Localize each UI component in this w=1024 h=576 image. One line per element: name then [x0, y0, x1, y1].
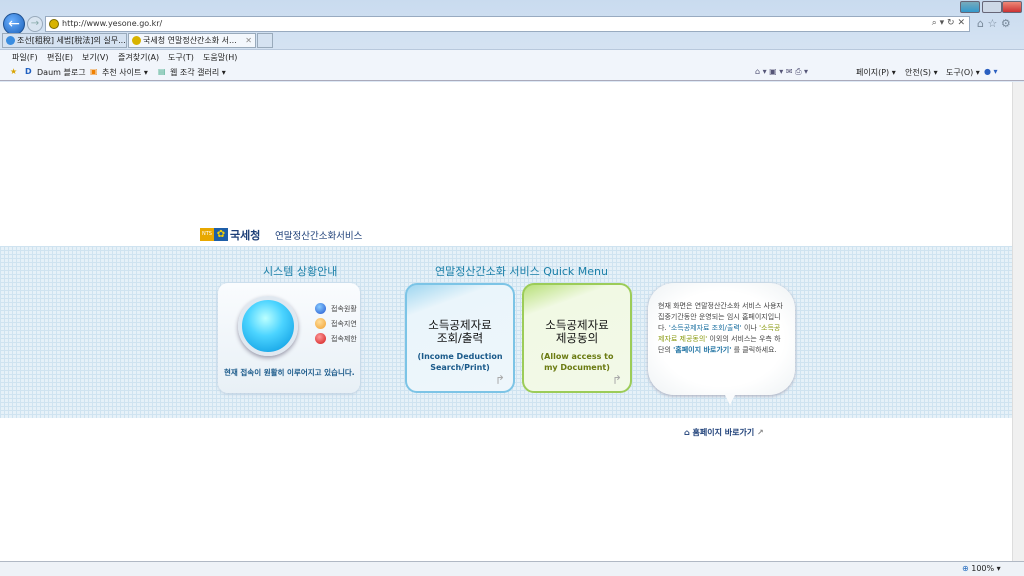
vertical-scrollbar[interactable]	[1012, 82, 1024, 561]
notice-highlight-search: '소득공제자료 조회/출력'	[668, 324, 742, 332]
tab-2-active[interactable]: 국세청 연말정산간소화 서... ✕	[128, 33, 256, 48]
zoom-level[interactable]: ⊕ 100% ▾	[962, 564, 1001, 573]
zoom-icon: ⊕	[962, 564, 969, 573]
status-section-title: 시스템 상황안내	[263, 265, 338, 278]
allow-access-card[interactable]: 소득공제자료 제공동의 (Allow access to my Document) …	[522, 283, 632, 393]
zoom-value: 100%	[971, 564, 995, 573]
legend-red-dot-icon	[315, 333, 326, 344]
service-title: 연말정산간소화서비스	[275, 231, 363, 242]
tab-close-icon[interactable]: ✕	[245, 34, 252, 47]
card-title-line2: 제공동의	[555, 331, 599, 345]
status-indicator-blue	[238, 296, 298, 356]
card-title: 소득공제자료 조회/출력	[407, 319, 513, 345]
fav-suggested-sites[interactable]: 추천 사이트 ▾	[102, 67, 148, 78]
menu-view[interactable]: 보기(V)	[82, 52, 108, 63]
fav-web-slice-gallery[interactable]: 웹 조각 갤러리 ▾	[170, 67, 226, 78]
cmd-page[interactable]: 페이지(P) ▾	[856, 67, 896, 78]
suggested-sites-icon: ▣	[90, 67, 98, 76]
logo-flower-icon: ✿	[214, 228, 228, 241]
restore-button[interactable]	[982, 1, 1002, 13]
tab-label: 조선[租稅] 세법[稅法]의 실무...	[17, 36, 126, 45]
logo-badge: NTS	[200, 228, 214, 241]
nts-logo: NTS ✿	[200, 228, 228, 241]
legend-blue-dot-icon	[315, 303, 326, 314]
legend-restricted: 접속제한	[331, 335, 357, 343]
back-button[interactable]: ←	[3, 13, 25, 35]
tab-1[interactable]: 조선[租稅] 세법[稅法]의 실무...	[2, 33, 127, 48]
site-favicon-icon	[49, 19, 59, 29]
help-icon[interactable]: ● ▾	[984, 67, 998, 76]
close-window-button[interactable]	[1002, 1, 1022, 13]
fav-daum-blog[interactable]: Daum 블로그	[37, 67, 86, 78]
home-star-gear-icons[interactable]: ⌂ ☆ ⚙	[977, 17, 1011, 30]
cmd-safety[interactable]: 안전(S) ▾	[905, 67, 938, 78]
card-subtitle: (Income Deduction Search/Print)	[407, 351, 513, 373]
homepage-link[interactable]: ⌂ 홈페이지 바로가기 ↗	[684, 427, 764, 438]
home-rss-mail-print-icons[interactable]: ⌂ ▾ ▣ ▾ ✉ ⎙ ▾	[755, 67, 808, 77]
card-subtitle-line1: (Allow access to	[540, 352, 614, 361]
card-title-line1: 소득공제자료	[428, 318, 492, 332]
notice-part: 이나	[741, 324, 760, 332]
new-tab-button[interactable]	[257, 33, 273, 48]
card-title-line2: 조회/출력	[436, 331, 484, 345]
card-title: 소득공제자료 제공동의	[524, 319, 630, 345]
legend-delayed: 접속지연	[331, 320, 357, 328]
status-bar: ⊕ 100% ▾	[0, 561, 1024, 576]
external-link-icon: ↗	[757, 428, 764, 437]
card-subtitle-line2: my Document)	[544, 363, 610, 372]
forward-button[interactable]: →	[27, 16, 43, 32]
search-refresh-stop-icons[interactable]: ⌕ ▾ ↻ ✕	[932, 18, 965, 28]
menu-bar: 파일(F) 편집(E) 보기(V) 즐겨찾기(A) 도구(T) 도움말(H)	[0, 49, 1024, 64]
quick-menu-title: 연말정산간소화 서비스 Quick Menu	[435, 265, 608, 278]
notice-part: 를 클릭하세요.	[731, 346, 777, 354]
cmd-tools[interactable]: 도구(O) ▾	[946, 67, 980, 78]
income-deduction-search-card[interactable]: 소득공제자료 조회/출력 (Income Deduction Search/Prin…	[405, 283, 515, 393]
minimize-button[interactable]	[960, 1, 980, 13]
card-subtitle: (Allow access to my Document)	[524, 351, 630, 373]
legend-smooth: 접속원활	[331, 305, 357, 313]
web-slice-icon: ▤	[158, 67, 166, 76]
menu-favorites[interactable]: 즐겨찾기(A)	[118, 52, 159, 63]
logo-name: 국세청	[230, 229, 261, 242]
system-status-panel: 접속원활 접속지연 접속제한 현재 접속이 원활히 이루어지고 있습니다.	[218, 283, 360, 393]
notice-highlight-home: '홈페이지 바로가기'	[673, 346, 732, 354]
url-text: http://www.yesone.go.kr/	[62, 19, 163, 28]
card-subtitle-line2: Search/Print)	[430, 363, 490, 372]
homepage-link-text: 홈페이지 바로가기	[692, 428, 755, 437]
card-subtitle-line1: (Income Deduction	[417, 352, 503, 361]
bubble-tail	[724, 393, 736, 405]
menu-file[interactable]: 파일(F)	[12, 52, 38, 63]
legend-orange-dot-icon	[315, 318, 326, 329]
arrow-icon: ↱	[611, 373, 622, 387]
menu-edit[interactable]: 편집(E)	[47, 52, 73, 63]
arrow-icon: ↱	[494, 373, 505, 387]
home-icon: ⌂	[684, 428, 690, 437]
card-title-line1: 소득공제자료	[545, 318, 609, 332]
address-bar[interactable]: http://www.yesone.go.kr/ ⌕ ▾ ↻ ✕	[45, 16, 970, 32]
favorites-star-icon[interactable]: ★	[10, 67, 17, 76]
favorites-bar: ★ D Daum 블로그 ▣ 추천 사이트 ▾ ▤ 웹 조각 갤러리 ▾ ⌂ ▾…	[0, 64, 1024, 81]
status-message: 현재 접속이 원활히 이루어지고 있습니다.	[224, 368, 355, 377]
daum-icon: D	[25, 67, 32, 76]
tab-label: 국세청 연말정산간소화 서...	[143, 36, 237, 45]
notice-text: 현재 화면은 연말정산간소화 서비스 사용자 집중기간동안 운영되는 임시 홈페…	[658, 301, 786, 356]
notice-speech-bubble: 현재 화면은 연말정산간소화 서비스 사용자 집중기간동안 운영되는 임시 홈페…	[648, 283, 795, 405]
menu-help[interactable]: 도움말(H)	[203, 52, 237, 63]
menu-tools[interactable]: 도구(T)	[168, 52, 194, 63]
